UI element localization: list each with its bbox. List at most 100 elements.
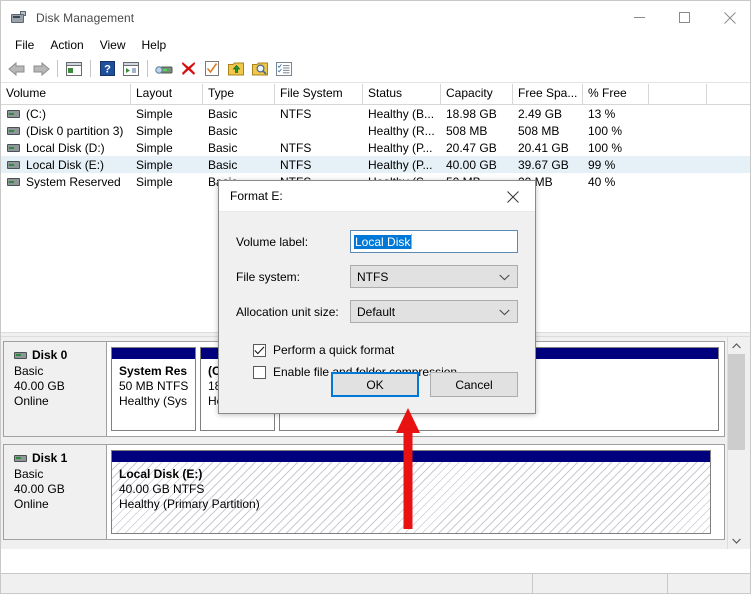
svg-text:?: ? bbox=[104, 64, 111, 76]
column-header--free[interactable]: % Free bbox=[583, 84, 649, 104]
scroll-thumb[interactable] bbox=[728, 354, 745, 450]
table-cell: 2.49 GB bbox=[518, 106, 563, 121]
volume-label-input[interactable]: Local Disk bbox=[350, 230, 518, 253]
dialog-title-bar: Format E: bbox=[219, 181, 535, 212]
column-header-blank[interactable] bbox=[649, 84, 707, 104]
column-header-status[interactable]: Status bbox=[363, 84, 441, 104]
show-hide-console-tree-icon[interactable] bbox=[62, 57, 86, 81]
disk-management-window: Disk Management File Action View Help ? … bbox=[0, 0, 751, 594]
disk-type: Basic bbox=[14, 364, 44, 378]
disk-management-icon bbox=[11, 10, 27, 26]
table-cell: 13 % bbox=[588, 106, 616, 121]
delete-icon[interactable] bbox=[176, 57, 200, 81]
menu-view[interactable]: View bbox=[92, 36, 134, 54]
column-header-file-system[interactable]: File System bbox=[275, 84, 363, 104]
chevron-down-icon bbox=[499, 305, 510, 319]
cancel-button[interactable]: Cancel bbox=[430, 372, 518, 397]
table-cell: Basic bbox=[208, 140, 238, 155]
rescan-disks-icon[interactable] bbox=[200, 57, 224, 81]
table-cell: 99 % bbox=[588, 157, 616, 172]
column-header-layout[interactable]: Layout bbox=[131, 84, 203, 104]
table-cell: NTFS bbox=[280, 157, 312, 172]
volume-label-value: Local Disk bbox=[354, 234, 412, 249]
disk-name: Disk 0 bbox=[32, 348, 68, 362]
table-cell: 20.41 GB bbox=[518, 140, 569, 155]
volume-drive-icon bbox=[7, 177, 20, 186]
annotation-arrow-icon bbox=[392, 407, 424, 531]
compression-checkbox[interactable] bbox=[253, 365, 266, 379]
file-system-select[interactable]: NTFS bbox=[350, 265, 518, 288]
disk-info[interactable]: Disk 1 Basic 40.00 GB Online bbox=[4, 445, 107, 539]
table-cell: Basic bbox=[208, 123, 238, 138]
disk-icon bbox=[14, 352, 27, 359]
table-cell: Local Disk (E:) bbox=[1, 158, 131, 172]
column-header-volume[interactable]: Volume bbox=[1, 84, 131, 104]
table-cell: NTFS bbox=[280, 106, 312, 121]
table-cell: Simple bbox=[136, 174, 173, 189]
table-cell: Healthy (B... bbox=[368, 106, 435, 121]
status-bar bbox=[1, 573, 750, 593]
show-hide-action-pane-icon[interactable] bbox=[119, 57, 143, 81]
quick-format-checkbox[interactable] bbox=[253, 343, 266, 357]
column-header-type[interactable]: Type bbox=[203, 84, 275, 104]
minimize-button[interactable] bbox=[617, 1, 662, 34]
table-row[interactable]: Local Disk (D:) Simple Basic NTFS Healthy (P… bbox=[1, 139, 750, 156]
file-system-value: NTFS bbox=[357, 269, 389, 284]
allocation-unit-size-value: Default bbox=[357, 304, 396, 319]
table-row[interactable]: (C:) Simple Basic NTFS Healthy (B... 18.98 GB… bbox=[1, 105, 750, 122]
table-cell: (Disk 0 partition 3) bbox=[1, 124, 131, 138]
table-cell: 508 MB bbox=[446, 123, 488, 138]
column-header-capacity[interactable]: Capacity bbox=[441, 84, 513, 104]
volume-list-header: Volume Layout Type File System Status Capacit… bbox=[1, 84, 750, 105]
volume-label-row: Volume label: Local Disk bbox=[236, 230, 518, 253]
properties-icon[interactable] bbox=[152, 57, 176, 81]
disk-header: Disk 0 bbox=[14, 348, 106, 363]
table-row[interactable]: Local Disk (E:) Simple Basic NTFS Healthy (P… bbox=[1, 156, 750, 173]
disk-name: Disk 1 bbox=[32, 451, 68, 465]
table-cell: 20.47 GB bbox=[446, 140, 497, 155]
ok-button[interactable]: OK bbox=[331, 372, 419, 397]
search-folder-icon[interactable] bbox=[248, 57, 272, 81]
help-icon[interactable]: ? bbox=[95, 57, 119, 81]
maximize-button[interactable] bbox=[662, 1, 707, 34]
table-cell: Healthy (P... bbox=[368, 140, 433, 155]
volume-drive-icon bbox=[7, 143, 20, 152]
dialog-close-button[interactable] bbox=[491, 181, 535, 212]
forward-icon[interactable] bbox=[29, 57, 53, 81]
scroll-down-arrow[interactable] bbox=[728, 532, 745, 549]
scroll-up-arrow[interactable] bbox=[728, 337, 745, 354]
volume-name: (Disk 0 partition 3) bbox=[26, 123, 124, 138]
scroll-track[interactable] bbox=[728, 354, 745, 532]
close-button[interactable] bbox=[707, 1, 750, 34]
table-row[interactable]: (Disk 0 partition 3) Simple Basic Healthy (… bbox=[1, 122, 750, 139]
table-cell: 40.00 GB bbox=[446, 157, 497, 172]
table-cell: Basic bbox=[208, 106, 238, 121]
table-cell: Local Disk (D:) bbox=[1, 141, 131, 155]
menu-file[interactable]: File bbox=[7, 36, 42, 54]
volume-name: System Reserved bbox=[26, 174, 121, 189]
table-cell: 100 % bbox=[588, 140, 623, 155]
allocation-unit-size-label: Allocation unit size: bbox=[236, 304, 339, 319]
dialog-buttons: OK Cancel bbox=[331, 372, 518, 397]
partition-color-band bbox=[112, 348, 195, 359]
dialog-body: Volume label: Local Disk File system: NT… bbox=[219, 212, 535, 379]
quick-format-row[interactable]: Perform a quick format bbox=[236, 343, 518, 357]
detail-view-icon[interactable] bbox=[272, 57, 296, 81]
graph-vertical-scrollbar[interactable] bbox=[727, 337, 745, 549]
table-cell: 18.98 GB bbox=[446, 106, 497, 121]
disk-info[interactable]: Disk 0 Basic 40.00 GB Online bbox=[4, 342, 107, 436]
volume-drive-icon bbox=[7, 126, 20, 135]
column-header-free-spa[interactable]: Free Spa... bbox=[513, 84, 583, 104]
disk-header: Disk 1 bbox=[14, 451, 106, 466]
disk-row[interactable]: Disk 1 Basic 40.00 GB Online Local Disk (E:)… bbox=[3, 444, 725, 540]
back-icon[interactable] bbox=[5, 57, 29, 81]
disk-capacity: 40.00 GB bbox=[14, 379, 65, 393]
partition-block[interactable]: System Res 50 MB NTFS Healthy (Sys bbox=[111, 347, 196, 431]
menu-help[interactable]: Help bbox=[134, 36, 175, 54]
allocation-unit-size-select[interactable]: Default bbox=[350, 300, 518, 323]
menu-action[interactable]: Action bbox=[42, 36, 91, 54]
volume-label-label: Volume label: bbox=[236, 234, 309, 249]
table-cell: Healthy (R... bbox=[368, 123, 435, 138]
volume-drive-icon bbox=[7, 160, 20, 169]
export-list-icon[interactable] bbox=[224, 57, 248, 81]
